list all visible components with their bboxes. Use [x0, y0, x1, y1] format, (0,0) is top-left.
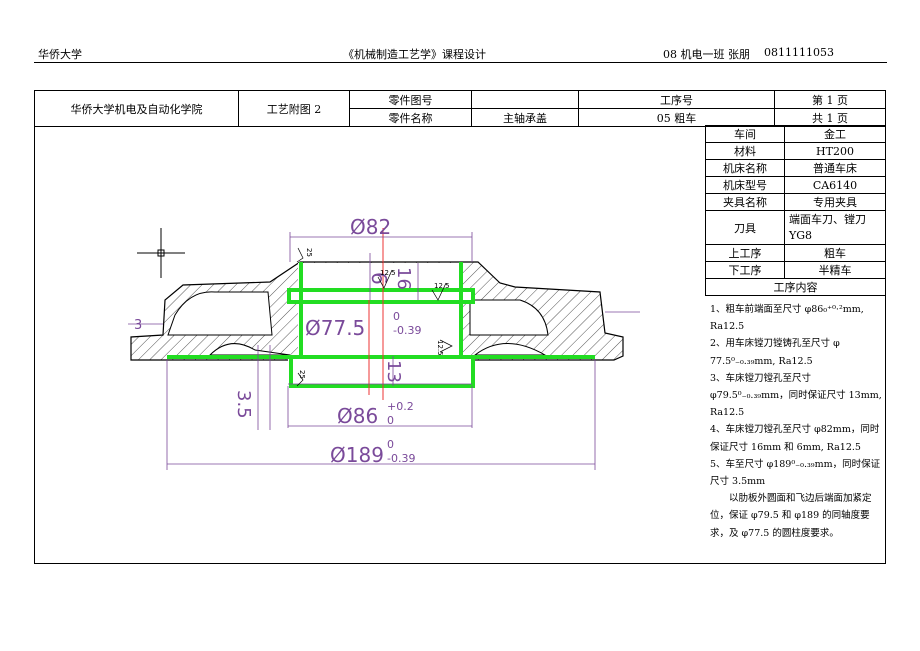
roughness-12-5-b: 12.5	[434, 282, 450, 290]
dim-13: 13	[383, 360, 404, 383]
dim-189-lower: -0.39	[387, 452, 415, 465]
roughness-25-top: 25	[305, 248, 313, 257]
dim-3: 3	[134, 318, 142, 333]
dim-189-upper: 0	[387, 438, 394, 451]
dim-77-5-upper: 0	[393, 310, 400, 323]
dim-189: Ø189	[330, 443, 384, 467]
roughness-12-5-c: 12.5	[436, 340, 444, 356]
dim-77-5: Ø77.5	[305, 316, 365, 340]
dim-3-5: 3.5	[233, 390, 254, 419]
crosshair-icon	[137, 228, 185, 278]
dim-82: Ø82	[350, 215, 391, 239]
dim-86-lower: 0	[387, 414, 394, 427]
dim-86: Ø86	[337, 404, 378, 428]
roughness-12-5-a: 12.5	[380, 269, 396, 277]
dim-16: 16	[393, 267, 414, 290]
part-drawing: Ø82 Ø77.5 0 -0.39 Ø86 +0.2 0 Ø189 0 -0.3…	[128, 215, 640, 470]
dim-77-5-lower: -0.39	[393, 324, 421, 337]
dim-86-upper: +0.2	[387, 400, 414, 413]
